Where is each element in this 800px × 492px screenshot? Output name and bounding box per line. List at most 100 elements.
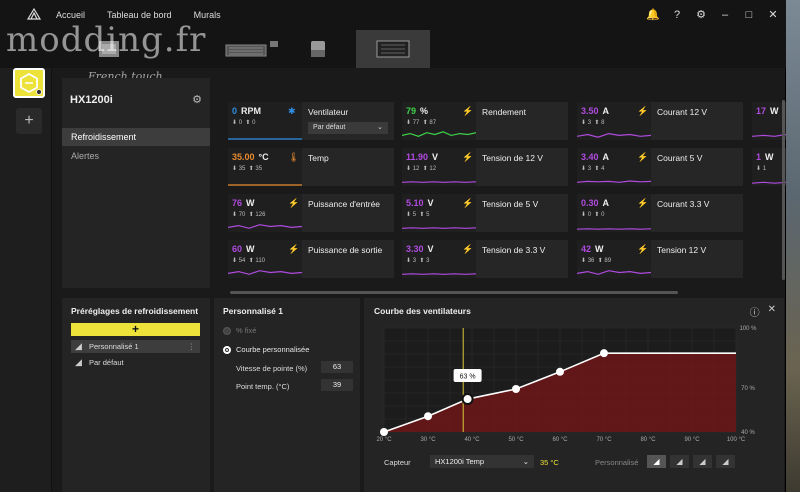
- bolt-icon: ⚡: [462, 198, 474, 208]
- tiles-horizontal-scrollbar[interactable]: [230, 291, 678, 294]
- sensor-tile[interactable]: 76 W ⬇ 70 ⬆ 126 ⚡ Puissance d'entrée: [228, 194, 394, 232]
- nav-murals[interactable]: Murals: [194, 10, 221, 20]
- curve-point-selected[interactable]: [461, 393, 474, 406]
- bell-icon[interactable]: 🔔: [646, 8, 660, 22]
- tile-max: 12: [429, 166, 437, 172]
- window-vertical-scrollbar[interactable]: [782, 100, 785, 280]
- device-keyboard[interactable]: [222, 30, 282, 68]
- preset-item[interactable]: ◢ Personnalisé 1 ⋮: [71, 340, 200, 353]
- curve-point[interactable]: [556, 367, 564, 376]
- bolt-icon: ⚡: [637, 106, 649, 116]
- chevron-down-icon: ⌄: [377, 124, 383, 131]
- sparkline-path: [228, 224, 302, 229]
- tile-sparkline: [228, 138, 302, 140]
- fan-curve-chart[interactable]: 63 % 20 °C 30 °C 40 °C 50 °C 60 °C 70 °C 80 °C 9…: [364, 298, 784, 448]
- custom-preset-title: Personnalisé 1: [223, 306, 284, 316]
- nav-dashboard[interactable]: Tableau de bord: [107, 10, 172, 20]
- preset-curve-quiet-button[interactable]: ◢: [647, 455, 666, 468]
- hexagon-device-icon: [20, 72, 42, 95]
- tile-value-unit: W: [765, 152, 774, 162]
- add-device-button[interactable]: +: [16, 108, 42, 134]
- watermark-logo: modding.fr: [6, 20, 207, 60]
- sensor-tile[interactable]: 3.40 A ⬇ 3 ⬆ 4 ⚡ Courant 5 V: [577, 148, 743, 186]
- tile-min-max: ⬇ 12 ⬆ 12: [406, 166, 437, 172]
- tile-sparkline: [228, 224, 302, 229]
- sensor-tile[interactable]: 0 RPM ⬇ 0 ⬆ 0 ✱ Ventilateur Par défaut ⌄: [228, 102, 394, 140]
- menu-cooling[interactable]: Refroidissement: [62, 128, 210, 146]
- nav-home[interactable]: Accueil: [56, 10, 85, 20]
- bolt-icon: ⚡: [288, 198, 300, 208]
- help-icon[interactable]: ?: [670, 8, 684, 22]
- curve-point[interactable]: [512, 385, 520, 393]
- radio-fixed[interactable]: % fixé: [223, 326, 256, 336]
- fan-mode-value: Par défaut: [313, 124, 346, 131]
- more-options-icon[interactable]: ⋮: [188, 340, 196, 353]
- sensor-tile[interactable]: 35.00 °C ⬇ 35 ⬆ 35 🌡 Temp: [228, 148, 394, 186]
- tile-min-max: ⬇ 70 ⬆ 126: [232, 212, 266, 218]
- tile-min-max: ⬇ 36 ⬆ 89: [581, 258, 612, 264]
- custom-preset-panel: Personnalisé 1 % fixé Courbe personnalis…: [214, 298, 360, 492]
- device-panel: HX1200i ⚙ Refroidissement Alertes: [62, 78, 210, 288]
- sensor-tile[interactable]: 1 W ⬇ 1: [752, 148, 786, 186]
- curve-point[interactable]: [380, 428, 388, 436]
- chevron-down-icon: ⌄: [522, 457, 529, 466]
- x-tick-label: 50 °C: [508, 437, 524, 443]
- gear-icon[interactable]: ⚙: [694, 8, 708, 22]
- tile-value-number: 1: [756, 152, 762, 162]
- tile-sparkline: [577, 180, 651, 183]
- preset-curve-extreme-button[interactable]: ◢: [716, 455, 735, 468]
- sensor-tile[interactable]: 0.30 A ⬇ 0 ⬆ 0 ⚡ Courant 3.3 V: [577, 194, 743, 232]
- preset-item[interactable]: ◢ Par défaut: [71, 356, 200, 369]
- peak-speed-input[interactable]: 63: [321, 361, 353, 373]
- sparkline-path: [228, 270, 302, 275]
- tile-max: 35: [255, 166, 263, 172]
- selected-device-tile[interactable]: [13, 68, 45, 98]
- sensor-tile[interactable]: 17 W: [752, 102, 786, 140]
- curve-point[interactable]: [424, 412, 432, 421]
- x-tick-label: 100 °C: [727, 437, 746, 443]
- sensor-tile[interactable]: 5.10 V ⬇ 5 ⬆ 5 ⚡ Tension de 5 V: [402, 194, 568, 232]
- sensor-tile[interactable]: 11.90 V ⬇ 12 ⬆ 12 ⚡ Tension de 12 V: [402, 148, 568, 186]
- tile-sparkline: [577, 132, 651, 138]
- point-tooltip-text: 63 %: [460, 374, 476, 381]
- temp-point-input[interactable]: 39: [321, 379, 353, 391]
- tile-value-number: 5.10: [406, 198, 424, 208]
- preset-curve-performance-button[interactable]: ◢: [693, 455, 712, 468]
- sensor-select[interactable]: HX1200i Temp ⌄: [430, 455, 534, 468]
- sensor-tile[interactable]: 3.30 V ⬇ 3 ⬆ 3 ⚡ Tension de 3.3 V: [402, 240, 568, 278]
- device-psu[interactable]: [356, 30, 430, 68]
- tile-sparkline: [752, 133, 786, 137]
- tile-value-number: 42: [581, 244, 592, 254]
- tile-value-unit: V: [427, 198, 434, 208]
- fan-mode-select[interactable]: Par défaut ⌄: [308, 122, 388, 134]
- sensor-tile[interactable]: 60 W ⬇ 54 ⬆ 110 ⚡ Puissance de sortie: [228, 240, 394, 278]
- tile-value: 1W: [756, 152, 774, 162]
- peak-speed-label: Vitesse de pointe (%): [236, 364, 308, 373]
- sensor-tile[interactable]: 42 W ⬇ 36 ⬆ 89 ⚡ Tension 12 V: [577, 240, 743, 278]
- curve-preset-icon: ◢: [75, 357, 82, 367]
- close-icon[interactable]: ✕: [766, 8, 780, 22]
- add-preset-button[interactable]: +: [71, 323, 200, 336]
- preset-curve-balanced-button[interactable]: ◢: [670, 455, 689, 468]
- tile-max: 87: [429, 120, 437, 126]
- maximize-icon[interactable]: □: [742, 8, 756, 22]
- device-settings-gear-icon[interactable]: ⚙: [192, 93, 202, 106]
- device-name: HX1200i: [70, 94, 113, 106]
- sparkline-path: [402, 181, 476, 183]
- tile-value: 0.30 A: [581, 198, 609, 208]
- menu-alerts[interactable]: Alertes: [62, 147, 210, 165]
- tile-min-max: ⬇ 77 ⬆ 87: [406, 120, 437, 126]
- tile-sparkline: [228, 184, 302, 186]
- sensor-reading: 35 °C: [540, 458, 559, 467]
- tile-min: 1: [762, 166, 767, 172]
- tile-value-unit: A: [602, 152, 610, 162]
- x-tick-label: 20 °C: [376, 437, 392, 443]
- curve-point[interactable]: [600, 349, 608, 358]
- tile-min: 3: [412, 258, 417, 264]
- sensor-tile[interactable]: 3.50 A ⬇ 3 ⬆ 8 ⚡ Courant 12 V: [577, 102, 743, 140]
- sensor-tile[interactable]: 79% ⬇ 77 ⬆ 87 ⚡ Rendement: [402, 102, 568, 140]
- device-dongle[interactable]: [300, 30, 336, 68]
- minimize-icon[interactable]: –: [718, 8, 732, 22]
- psu-icon: [376, 40, 410, 58]
- radio-custom-curve[interactable]: Courbe personnalisée: [223, 345, 309, 355]
